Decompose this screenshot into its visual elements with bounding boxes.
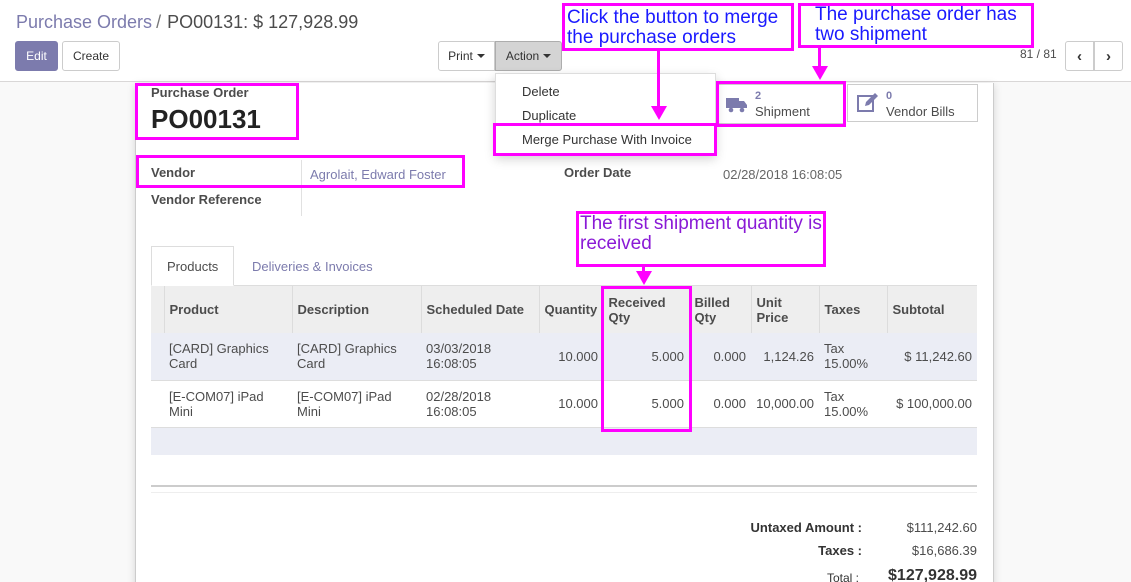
highlight-received-column	[601, 286, 692, 432]
cell-quantity: 10.000	[539, 333, 603, 380]
table-header-row: Product Description Scheduled Date Quant…	[151, 286, 977, 333]
vendor-reference-label: Vendor Reference	[151, 192, 262, 207]
column-header-subtotal[interactable]: Subtotal	[886, 286, 977, 333]
arrow-shipment	[818, 48, 821, 68]
untaxed-amount-value: $111,242.60	[906, 520, 977, 535]
cell-product: [E-COM07] iPad Mini	[164, 379, 292, 427]
edit-icon	[857, 93, 878, 112]
cell-taxes: Tax 15.00%	[819, 333, 887, 380]
callout-received-text: The first shipment quantity is received	[580, 213, 822, 254]
row-handle	[151, 379, 164, 427]
untaxed-amount-label: Untaxed Amount :	[750, 520, 862, 535]
order-date-label: Order Date	[564, 165, 632, 180]
callout-merge-text: Click the button to merge the purchase o…	[567, 7, 779, 48]
column-header-scheduled-date[interactable]: Scheduled Date	[420, 286, 539, 333]
menu-item-delete[interactable]: Delete	[522, 84, 560, 99]
notebook-tabs: Products Deliveries & Invoices	[151, 246, 977, 286]
handle-header	[151, 286, 164, 333]
edit-button[interactable]: Edit	[15, 41, 58, 71]
column-header-description[interactable]: Description	[291, 286, 421, 333]
arrow-head-shipment	[812, 66, 828, 80]
column-header-taxes[interactable]: Taxes	[818, 286, 887, 333]
total-label: Total :	[826, 571, 859, 582]
pager-next-button[interactable]: ›	[1094, 41, 1123, 71]
cell-taxes: Tax 15.00%	[819, 379, 887, 427]
cell-quantity: 10.000	[539, 379, 603, 427]
breadcrumb-separator: /	[156, 12, 162, 32]
table-empty-row	[151, 426, 977, 455]
cell-subtotal: $ 100,000.00	[887, 379, 977, 427]
column-header-billed-qty[interactable]: Billed Qty	[688, 286, 751, 333]
highlight-po-name	[135, 83, 299, 140]
caret-down-icon	[543, 54, 552, 58]
tab-products[interactable]: Products	[151, 246, 235, 286]
chevron-left-icon: ‹	[1077, 47, 1082, 65]
vendor-bills-label: Vendor Bills	[886, 104, 955, 119]
vendor-bills-smart-button[interactable]: 0 Vendor Bills	[847, 84, 978, 122]
cell-billed-qty: 0.000	[689, 379, 751, 427]
breadcrumb-current: PO00131: $ 127,928.99	[167, 12, 359, 32]
print-button[interactable]: Print	[438, 41, 495, 71]
taxes-value: $16,686.39	[911, 543, 977, 558]
empty-cell	[151, 426, 977, 455]
cell-product: [CARD] Graphics Card	[164, 333, 292, 380]
highlight-shipment-button	[716, 81, 846, 127]
cell-description: [E-COM07] iPad Mini	[292, 379, 421, 427]
column-header-quantity[interactable]: Quantity	[538, 286, 603, 333]
highlight-merge-menu-item	[493, 123, 717, 156]
order-date-value: 02/28/2018 16:08:05	[723, 167, 843, 182]
column-header-unit-price[interactable]: Unit Price	[750, 286, 819, 333]
pager-value[interactable]: 81 / 81	[1020, 47, 1057, 61]
caret-down-icon	[476, 54, 485, 58]
create-button[interactable]: Create	[62, 41, 120, 71]
action-label: Action	[505, 49, 540, 63]
taxes-label: Taxes :	[818, 543, 862, 558]
chevron-right-icon: ›	[1106, 47, 1111, 65]
print-label: Print	[448, 49, 473, 63]
table-row[interactable]: [E-COM07] iPad Mini [E-COM07] iPad Mini …	[151, 379, 977, 427]
breadcrumb: Purchase Orders / PO00131: $ 127,928.99	[16, 12, 358, 33]
highlight-vendor	[136, 155, 465, 188]
total-value: $127,928.99	[888, 567, 977, 582]
pager-previous-button[interactable]: ‹	[1065, 41, 1094, 71]
arrow-head-merge	[651, 106, 667, 120]
arrow-head-received	[636, 271, 652, 285]
cell-billed-qty: 0.000	[689, 333, 751, 380]
vendor-bills-count: 0	[886, 90, 893, 102]
table-row[interactable]: [CARD] Graphics Card [CARD] Graphics Car…	[151, 333, 977, 380]
cell-scheduled-date: 03/03/2018 16:08:05	[421, 333, 539, 380]
menu-item-duplicate[interactable]: Duplicate	[522, 108, 576, 123]
action-button[interactable]: Action	[495, 41, 562, 71]
row-handle	[151, 333, 164, 380]
column-header-product[interactable]: Product	[163, 286, 292, 333]
cell-unit-price: 1,124.26	[751, 333, 819, 380]
callout-shipment-text: The purchase order has two shipment	[815, 4, 1017, 45]
cell-unit-price: 10,000.00	[751, 379, 819, 427]
cell-description: [CARD] Graphics Card	[292, 333, 421, 380]
cell-subtotal: $ 11,242.60	[887, 333, 977, 380]
order-lines-table: Product Description Scheduled Date Quant…	[151, 286, 977, 455]
arrow-merge	[657, 51, 660, 106]
cell-scheduled-date: 02/28/2018 16:08:05	[421, 379, 539, 427]
breadcrumb-purchase-orders[interactable]: Purchase Orders	[16, 12, 152, 32]
totals-divider	[151, 485, 977, 493]
tab-deliveries-invoices[interactable]: Deliveries & Invoices	[237, 246, 388, 286]
